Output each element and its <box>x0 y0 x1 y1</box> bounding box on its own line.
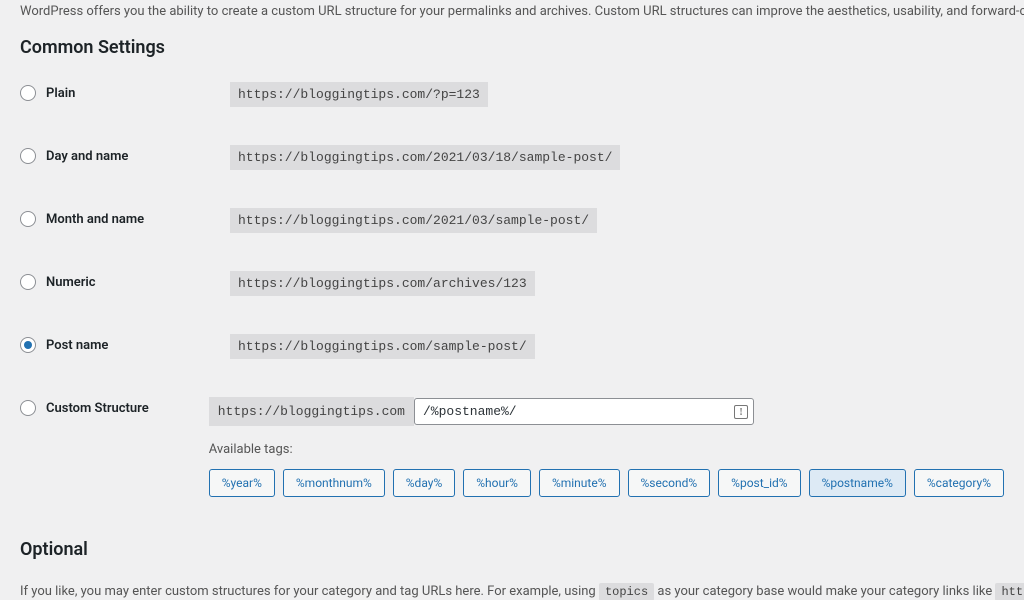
label-post-name[interactable]: Post name <box>46 338 108 353</box>
example-day-name: https://bloggingtips.com/2021/03/18/samp… <box>230 145 620 170</box>
radio-day-name[interactable] <box>20 148 36 164</box>
example-month-name: https://bloggingtips.com/2021/03/sample-… <box>230 208 597 233</box>
available-tags-label: Available tags: <box>209 442 1004 457</box>
label-day-name[interactable]: Day and name <box>46 149 128 164</box>
tag-button[interactable]: %hour% <box>463 469 531 497</box>
tag-button[interactable]: %post_id% <box>718 469 800 497</box>
tag-button[interactable]: %year% <box>209 469 275 497</box>
option-day-name-row: Day and name https://bloggingtips.com/20… <box>20 145 1004 170</box>
tag-button[interactable]: %second% <box>628 469 711 497</box>
radio-post-name[interactable] <box>20 337 36 353</box>
inline-code-https: https:// <box>995 583 1024 600</box>
tag-button[interactable]: %postname% <box>809 469 906 497</box>
permalink-options: Plain https://bloggingtips.com/?p=123 Da… <box>20 82 1004 497</box>
radio-month-name[interactable] <box>20 211 36 227</box>
inline-code-topics: topics <box>599 583 654 600</box>
radio-numeric[interactable] <box>20 274 36 290</box>
option-month-name-row: Month and name https://bloggingtips.com/… <box>20 208 1004 233</box>
label-month-name[interactable]: Month and name <box>46 212 144 227</box>
tag-button[interactable]: %minute% <box>539 469 620 497</box>
label-custom[interactable]: Custom Structure <box>46 401 149 416</box>
example-plain: https://bloggingtips.com/?p=123 <box>230 82 488 107</box>
optional-description: If you like, you may enter custom struct… <box>20 584 1004 599</box>
option-post-name-row: Post name https://bloggingtips.com/sampl… <box>20 334 1004 359</box>
tag-button[interactable]: %category% <box>914 469 1004 497</box>
radio-plain[interactable] <box>20 85 36 101</box>
tags-container: %year% %monthnum% %day% %hour% %minute% %seco… <box>209 469 1004 497</box>
custom-base-url: https://bloggingtips.com <box>209 397 414 426</box>
example-post-name: https://bloggingtips.com/sample-post/ <box>230 334 535 359</box>
option-custom-row: Custom Structure https://bloggingtips.co… <box>20 397 1004 497</box>
optional-heading: Optional <box>20 539 1004 560</box>
tag-button[interactable]: %monthnum% <box>283 469 385 497</box>
label-plain[interactable]: Plain <box>46 86 75 101</box>
radio-custom[interactable] <box>20 400 36 416</box>
label-numeric[interactable]: Numeric <box>46 275 96 290</box>
custom-structure-input[interactable] <box>414 398 754 425</box>
intro-text: WordPress offers you the ability to crea… <box>20 0 1004 29</box>
common-settings-heading: Common Settings <box>20 37 1004 58</box>
option-plain-row: Plain https://bloggingtips.com/?p=123 <box>20 82 1004 107</box>
example-numeric: https://bloggingtips.com/archives/123 <box>230 271 535 296</box>
option-numeric-row: Numeric https://bloggingtips.com/archive… <box>20 271 1004 296</box>
tag-button[interactable]: %day% <box>393 469 455 497</box>
